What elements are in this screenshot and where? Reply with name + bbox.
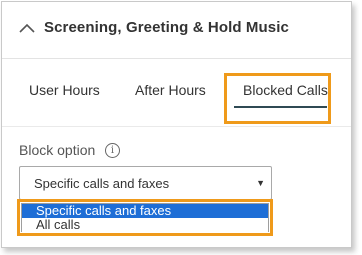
section-title: Screening, Greeting & Hold Music <box>44 19 289 36</box>
option-specific-calls-and-faxes[interactable]: Specific calls and faxes <box>22 204 268 218</box>
info-icon[interactable]: i <box>105 143 120 158</box>
tab-user-hours[interactable]: User Hours <box>29 82 100 98</box>
option-all-calls[interactable]: All calls <box>22 218 268 232</box>
tab-after-hours[interactable]: After Hours <box>135 82 206 98</box>
section-header[interactable]: Screening, Greeting & Hold Music <box>2 2 351 59</box>
active-tab-underline <box>234 106 327 108</box>
screenshot-frame: Screening, Greeting & Hold Music User Ho… <box>0 0 362 255</box>
tab-blocked-calls-highlight: Blocked Calls <box>224 73 331 124</box>
block-option-select[interactable]: Specific calls and faxes ▼ <box>19 166 272 200</box>
settings-card: Screening, Greeting & Hold Music User Ho… <box>1 1 352 248</box>
tab-bar: User Hours After Hours Blocked Calls <box>2 60 351 124</box>
chevron-up-icon[interactable] <box>19 22 35 34</box>
dropdown-highlight-frame: Specific calls and faxes All calls <box>17 199 273 236</box>
tabs-divider <box>2 126 351 127</box>
block-option-label: Block option <box>19 142 96 158</box>
dropdown-list: Specific calls and faxes All calls <box>21 203 269 232</box>
tab-blocked-calls[interactable]: Blocked Calls <box>243 82 328 98</box>
dropdown-caret-icon[interactable]: ▼ <box>256 178 265 188</box>
select-current-value: Specific calls and faxes <box>34 176 170 191</box>
